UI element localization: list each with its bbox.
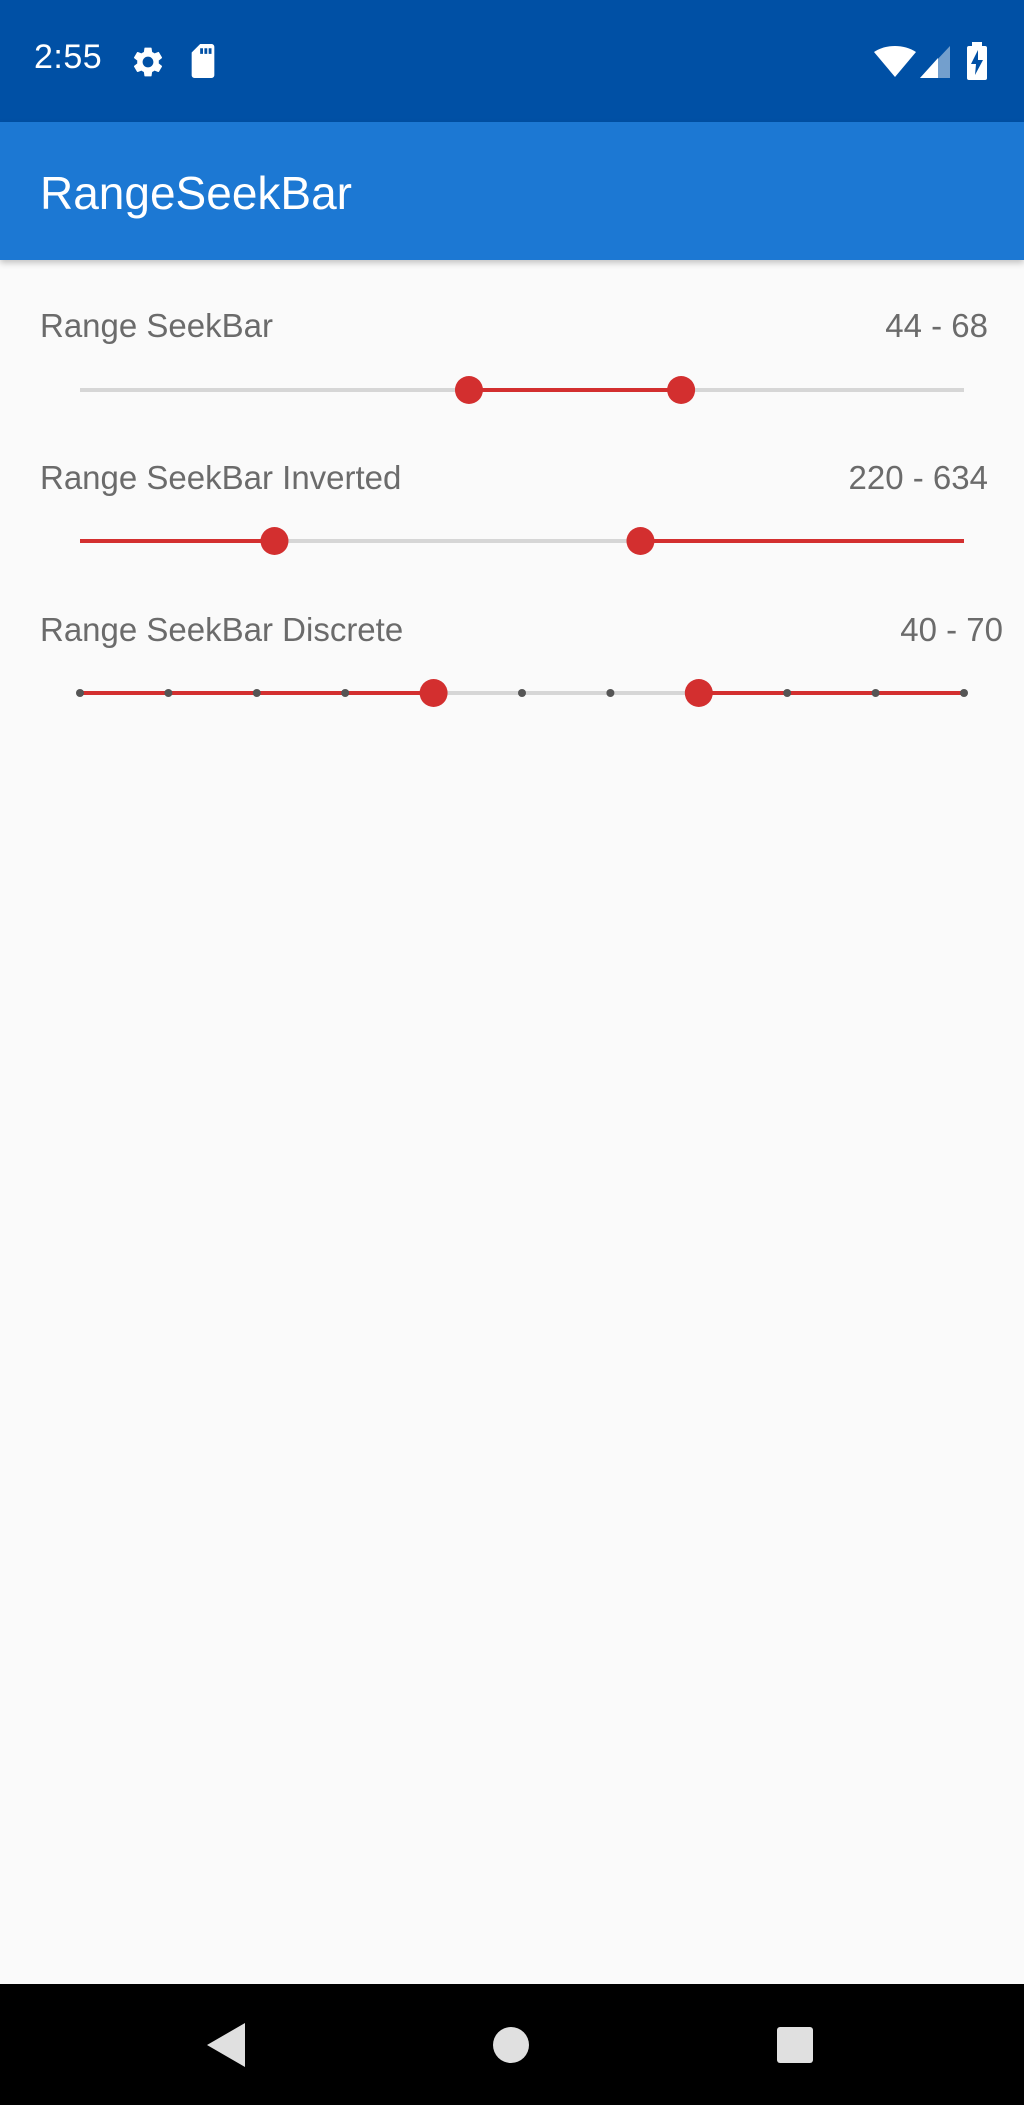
app-bar: RangeSeekBar [0,122,1024,260]
seekbar-tick [252,689,261,697]
app-title: RangeSeekBar [40,167,352,219]
wifi-icon [874,46,916,77]
seekbar-thumb-low[interactable] [454,376,483,404]
range-seekbar-discrete[interactable] [0,668,1024,718]
status-bar: 2:55 [0,0,1024,122]
seekbar-label-inverted: Range SeekBar Inverted [40,459,402,496]
seekbar-tick [960,689,968,697]
seekbar-value-discrete: 40 - 70 [900,611,1003,648]
seekbar-thumb-low[interactable] [419,679,448,707]
seekbar-tick [518,689,526,697]
recents-button[interactable] [735,1984,855,2105]
seekbar-tick [164,689,173,697]
seekbar-tick [341,689,350,697]
home-button[interactable] [451,1984,571,2105]
status-time: 2:55 [34,38,103,76]
seekbar-value-range: 44 - 68 [885,307,988,344]
gear-icon [133,47,163,77]
battery-charging-icon [967,42,987,80]
recents-icon [777,2026,813,2063]
home-icon [493,2026,529,2063]
back-icon [207,2022,245,2067]
back-button[interactable] [167,1984,287,2105]
seekbar-label-range: Range SeekBar [40,307,273,344]
seekbar-tick [783,689,792,697]
seekbar-value-inverted: 220 - 634 [848,459,988,496]
seekbar-label-discrete: Range SeekBar Discrete [40,611,404,648]
seekbar-thumb-high[interactable] [667,376,696,404]
navigation-bar [0,1984,1024,2105]
signal-icon [920,46,950,78]
seekbar-thumb-high[interactable] [626,527,655,555]
seekbar-tick [606,689,615,697]
sd-card-icon [191,44,215,78]
seekbar-tick [76,689,84,697]
seekbar-thumb-high[interactable] [684,679,713,707]
range-seekbar[interactable] [0,365,1024,415]
content: Range SeekBar 44 - 68 Range SeekBar Inve… [0,260,1024,1984]
seekbar-tick [871,689,880,697]
seekbar-thumb-low[interactable] [260,527,289,555]
range-seekbar-inverted[interactable] [0,516,1024,566]
